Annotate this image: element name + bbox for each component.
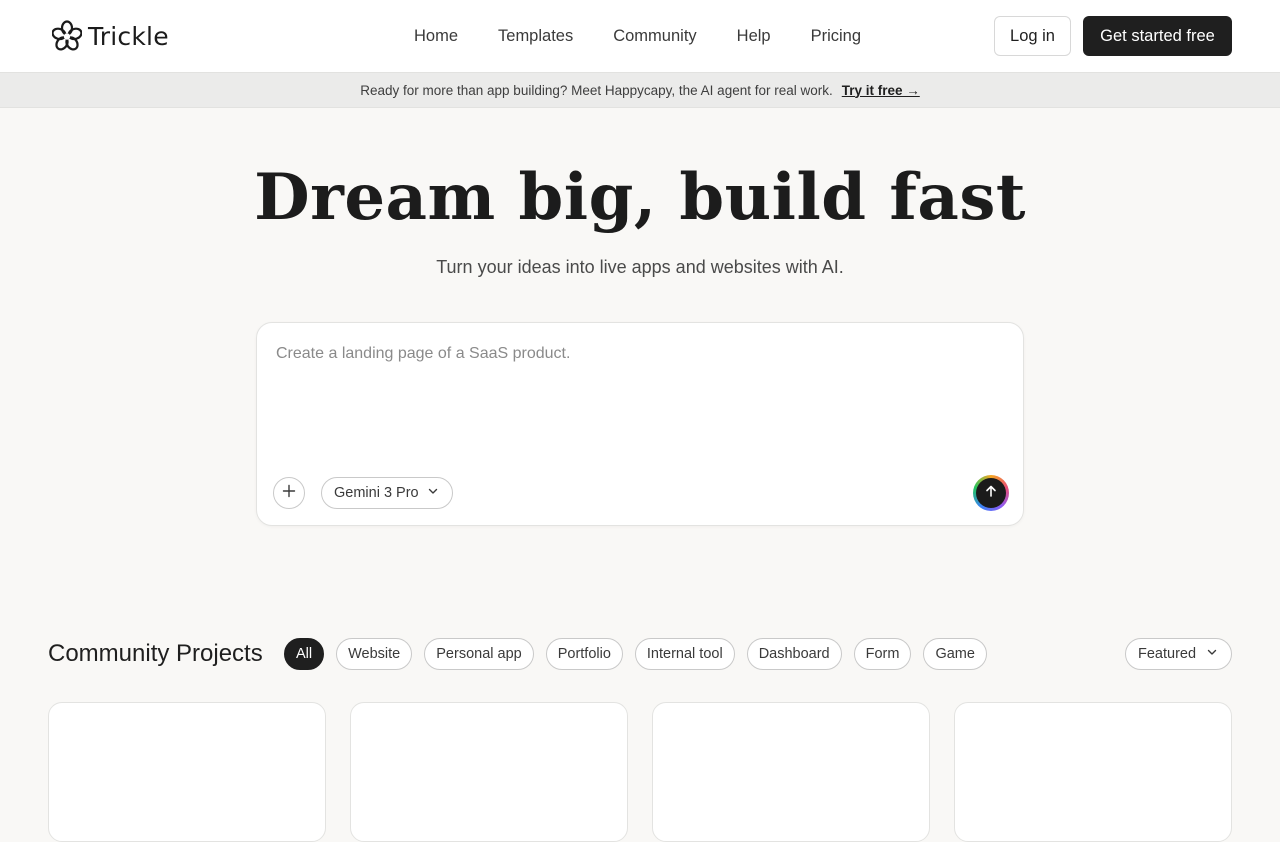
filter-chip-website[interactable]: Website	[336, 638, 413, 670]
project-card[interactable]	[350, 702, 628, 842]
project-card[interactable]	[652, 702, 930, 842]
attach-button[interactable]	[273, 477, 305, 509]
nav-pricing-link[interactable]: Pricing	[811, 27, 861, 46]
prompt-input[interactable]	[276, 345, 996, 465]
project-cards	[48, 702, 1232, 842]
sort-select-value: Featured	[1138, 646, 1197, 662]
brand-name: Trickle	[88, 21, 169, 51]
prompt-box: Gemini 3 Pro	[256, 322, 1024, 526]
community-projects-heading: Community Projects	[48, 640, 263, 667]
brand-logo[interactable]: Trickle	[52, 19, 169, 53]
filter-chip-personal-app[interactable]: Personal app	[424, 638, 534, 670]
project-card[interactable]	[48, 702, 326, 842]
hero-subtitle: Turn your ideas into live apps and websi…	[436, 257, 844, 277]
filter-chip-portfolio[interactable]: Portfolio	[545, 638, 623, 670]
nav-templates-link[interactable]: Templates	[498, 27, 573, 46]
filter-chip-form[interactable]: Form	[853, 638, 912, 670]
plus-icon	[282, 484, 296, 503]
filter-chip-all[interactable]: All	[284, 638, 325, 670]
arrow-up-icon	[984, 484, 998, 503]
model-select[interactable]: Gemini 3 Pro	[321, 477, 453, 509]
banner-text: Ready for more than app building? Meet H…	[360, 82, 833, 98]
category-filters: All Website Personal app Portfolio Inter…	[284, 638, 987, 670]
announcement-banner: Ready for more than app building? Meet H…	[0, 72, 1280, 108]
chevron-down-icon	[1206, 646, 1218, 662]
filter-chip-dashboard[interactable]: Dashboard	[746, 638, 842, 670]
top-header: Trickle Home Templates Community Help Pr…	[0, 0, 1280, 72]
filter-chip-game[interactable]: Game	[923, 638, 987, 670]
flower-logo-icon	[52, 20, 82, 52]
filter-chip-internal-tool[interactable]: Internal tool	[634, 638, 735, 670]
sort-select[interactable]: Featured	[1125, 638, 1232, 670]
try-it-free-link[interactable]: Try it free →	[842, 83, 920, 98]
send-button-inner	[976, 478, 1006, 508]
project-card[interactable]	[954, 702, 1232, 842]
nav-help-link[interactable]: Help	[737, 27, 771, 46]
hero-title: Dream big, build fast	[254, 160, 1026, 235]
chevron-down-icon	[427, 485, 439, 501]
send-button[interactable]	[973, 475, 1009, 511]
nav-community-link[interactable]: Community	[613, 27, 696, 46]
model-select-value: Gemini 3 Pro	[334, 485, 419, 501]
login-button[interactable]: Log in	[994, 16, 1071, 56]
nav-home-link[interactable]: Home	[414, 27, 458, 46]
get-started-button[interactable]: Get started free	[1083, 16, 1232, 56]
main-nav: Home Templates Community Help Pricing	[414, 0, 861, 72]
